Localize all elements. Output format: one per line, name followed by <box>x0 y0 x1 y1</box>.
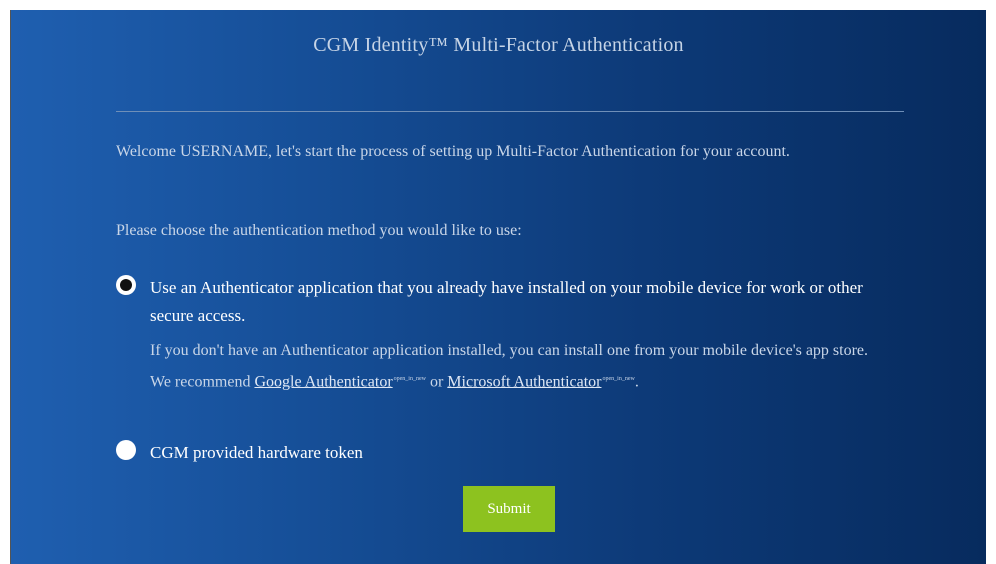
welcome-message: Welcome USERNAME, let's start the proces… <box>116 143 790 160</box>
authenticator-app-radio[interactable] <box>116 275 136 295</box>
authenticator-app-help: If you don't have an Authenticator appli… <box>150 337 870 396</box>
hardware-token-label[interactable]: CGM provided hardware token <box>150 439 895 467</box>
page-title: CGM Identity™ Multi-Factor Authenticatio… <box>313 34 684 56</box>
submit-button[interactable]: Submit <box>463 486 555 532</box>
open-in-new-icon: open_in_new <box>602 376 635 382</box>
microsoft-authenticator-link[interactable]: Microsoft Authenticator <box>447 373 601 390</box>
google-authenticator-link[interactable]: Google Authenticator <box>254 373 392 390</box>
authenticator-app-label[interactable]: Use an Authenticator application that yo… <box>150 274 895 330</box>
mfa-setup-panel: CGM Identity™ Multi-Factor Authenticatio… <box>10 10 986 564</box>
header-divider <box>116 111 904 112</box>
choose-method-prompt: Please choose the authentication method … <box>116 222 522 239</box>
hardware-token-radio[interactable] <box>116 440 136 460</box>
open-in-new-icon: open_in_new <box>393 376 426 382</box>
help-text-suffix: . <box>634 373 639 391</box>
help-text-middle: or <box>425 373 448 391</box>
